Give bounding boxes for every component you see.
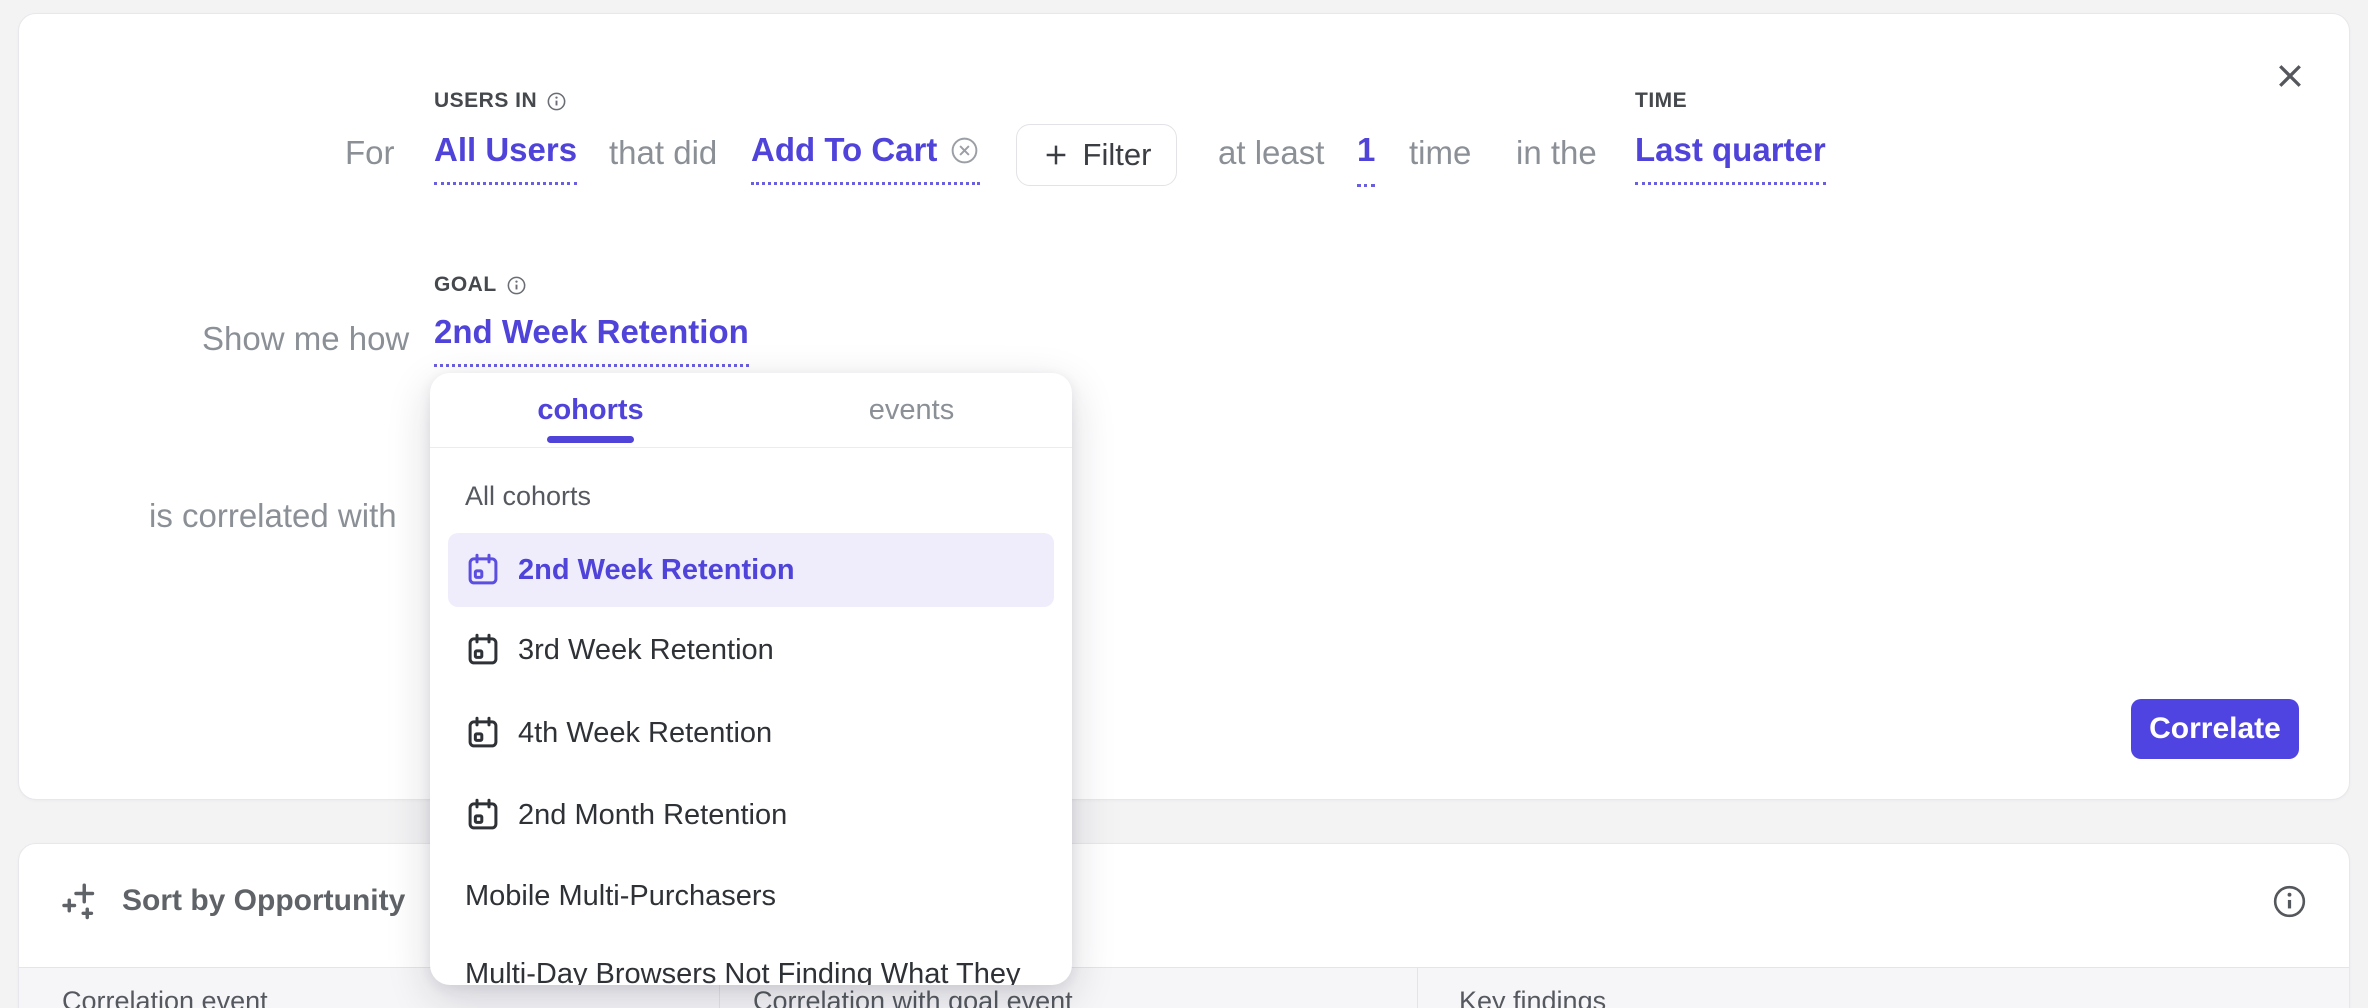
users-selector[interactable]: All Users — [434, 131, 577, 185]
active-tab-indicator — [547, 436, 634, 443]
list-item-2nd-month-retention[interactable]: 2nd Month Retention — [448, 778, 1054, 852]
results-info-icon[interactable] — [2269, 881, 2309, 921]
plus-icon — [1042, 141, 1070, 169]
dropdown-tabs: cohorts events — [430, 373, 1072, 448]
remove-event-icon[interactable] — [949, 135, 980, 166]
goal-info-icon[interactable] — [506, 275, 527, 296]
cohort-dropdown: cohorts events All cohorts 2nd Week Rete… — [430, 373, 1072, 985]
column-divider — [1417, 968, 1418, 1008]
time-range-selector[interactable]: Last quarter — [1635, 131, 1826, 185]
sort-sparkle-icon — [61, 880, 103, 922]
users-in-label: USERS IN — [434, 89, 567, 113]
results-card: Sort by Opportunity Correlation event Co… — [18, 843, 2350, 1008]
event-selector[interactable]: Add To Cart — [751, 131, 980, 185]
list-item-mobile-multi-purchasers[interactable]: Mobile Multi-Purchasers — [448, 859, 1054, 933]
close-button[interactable] — [2263, 49, 2317, 103]
show-me-how-label: Show me how — [202, 320, 409, 358]
correlate-page: For USERS IN All Users that did Add To C… — [0, 0, 2368, 1008]
calendar-icon — [465, 715, 501, 751]
list-item-multi-day-browsers[interactable]: Multi-Day Browsers Not Finding What They — [448, 937, 1054, 985]
count-selector[interactable]: 1 — [1357, 131, 1375, 187]
is-correlated-with-label: is correlated with — [149, 497, 397, 535]
tab-events[interactable]: events — [751, 373, 1072, 447]
list-item-3rd-week-retention[interactable]: 3rd Week Retention — [448, 613, 1054, 687]
calendar-icon — [465, 632, 501, 668]
for-label: For — [345, 134, 395, 172]
list-item-2nd-week-retention[interactable]: 2nd Week Retention — [448, 533, 1054, 607]
that-did-label: that did — [609, 134, 717, 172]
calendar-icon — [465, 797, 501, 833]
column-correlation-with-goal: Correlation with goal event — [753, 986, 1073, 1008]
add-filter-button[interactable]: Filter — [1016, 124, 1177, 186]
query-builder-card: For USERS IN All Users that did Add To C… — [18, 13, 2350, 800]
in-the-label: in the — [1516, 134, 1597, 172]
correlate-button[interactable]: Correlate — [2131, 699, 2299, 759]
users-in-info-icon[interactable] — [546, 91, 567, 112]
goal-selector[interactable]: 2nd Week Retention — [434, 313, 749, 367]
close-icon — [2272, 58, 2308, 94]
time-label: TIME — [1635, 89, 1687, 113]
time-word: time — [1409, 134, 1471, 172]
goal-label: GOAL — [434, 273, 527, 297]
at-least-label: at least — [1218, 134, 1324, 172]
calendar-icon — [465, 552, 501, 588]
sort-by-opportunity-button[interactable]: Sort by Opportunity — [61, 880, 405, 922]
all-cohorts-label: All cohorts — [465, 481, 591, 512]
list-item-4th-week-retention[interactable]: 4th Week Retention — [448, 696, 1054, 770]
column-correlation-event: Correlation event — [62, 986, 268, 1008]
results-table-header: Correlation event Correlation with goal … — [19, 967, 2349, 1008]
column-key-findings: Key findings — [1459, 986, 1606, 1008]
